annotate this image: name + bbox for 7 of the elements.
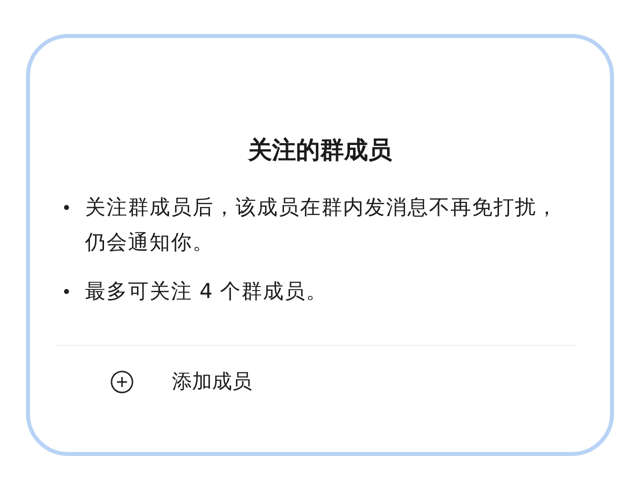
bullet-text: 关注群成员后，该成员在群内发消息不再免打扰，仍会通知你。 [85,194,559,256]
add-member-button[interactable]: 添加成员 [106,362,256,401]
plus-circle-icon [110,370,134,394]
bullet-icon [64,289,69,294]
bullet-icon [64,205,69,210]
bullet-text: 最多可关注 4 个群成员。 [85,278,329,305]
dialog-title: 关注的群成员 [246,135,393,166]
